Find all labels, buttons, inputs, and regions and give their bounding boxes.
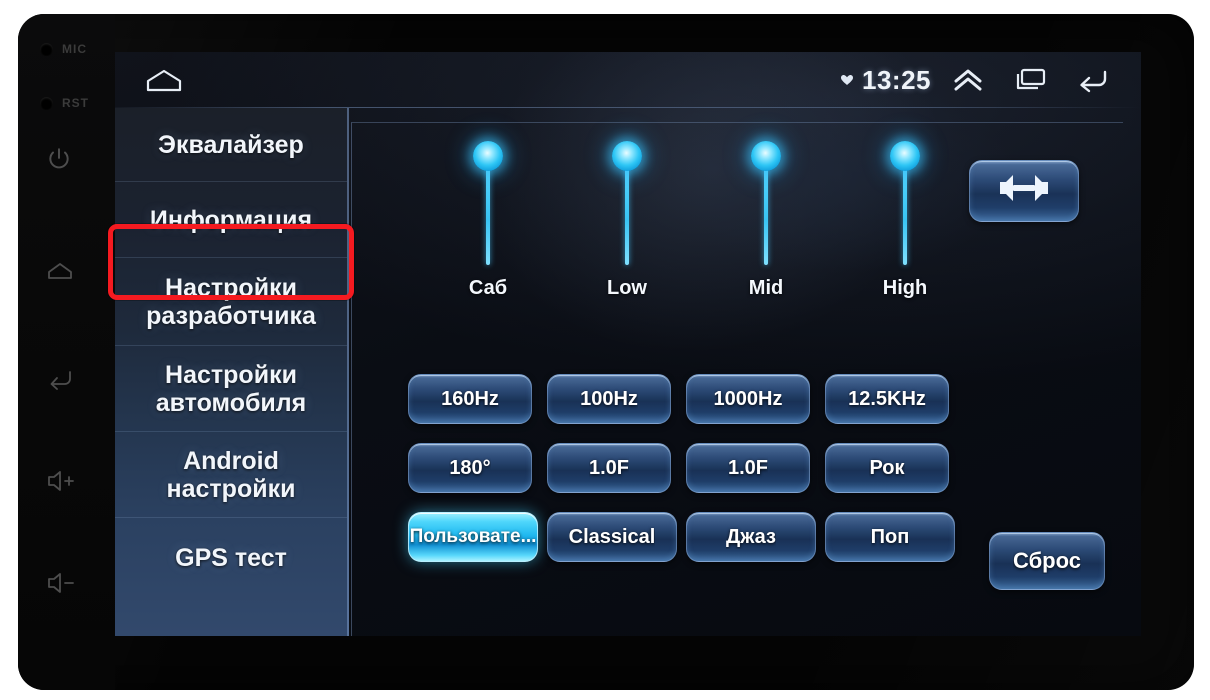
settings-sidebar: Эквалайзер Информация Настройки разработ… [115,108,349,636]
sidebar-item-car-settings[interactable]: Настройки автомобиля [115,346,347,432]
eq-button-label: 180° [449,456,491,479]
bluetooth-icon [834,73,860,87]
eq-button-crossover-low[interactable]: 100Hz [547,374,671,424]
slider-thumb[interactable] [612,141,642,171]
slider-high[interactable]: High [845,141,965,371]
slider-track[interactable] [903,165,907,265]
eq-preset-custom[interactable]: Пользовате... [408,512,538,562]
power-button[interactable] [18,142,115,176]
back-button-statusbar[interactable] [1061,52,1123,108]
back-arrow-icon [46,368,74,390]
slider-label: High [882,277,928,299]
reset-hole-dot[interactable] [40,96,53,110]
eq-button-label: Пользовате... [409,526,537,547]
eq-button-label: 12.5KHz [848,387,926,410]
slider-sub[interactable]: Саб [428,141,548,371]
power-icon [46,146,72,172]
reset-button-label: Сброс [1012,548,1081,573]
slider-track[interactable] [486,165,490,265]
sidebar-item-label-line2: настройки [166,474,296,503]
volume-down-icon [46,572,76,594]
balance-fader-button[interactable] [969,160,1079,222]
car-head-unit-device: MIC RST 13:25 Эквалайзер Информация Наст… [18,14,1194,690]
recent-apps-button[interactable] [999,52,1061,108]
sidebar-item-gps-test[interactable]: GPS тест [115,518,347,598]
statusbar-right-group: 13:25 [834,52,1123,108]
home-button[interactable] [18,254,115,288]
head-unit-screen: 13:25 Эквалайзер Информация Настройки ра… [97,52,1141,636]
eq-button-crossover-mid[interactable]: 1000Hz [686,374,810,424]
eq-button-q-mid[interactable]: 1.0F [686,443,810,493]
slider-low[interactable]: Low [567,141,687,371]
mic-label: MIC [62,42,87,56]
volume-down-button[interactable] [18,566,115,600]
sidebar-item-label-line2: автомобиля [155,388,307,417]
slider-thumb[interactable] [751,141,781,171]
screenshot-photo: MIC RST 13:25 Эквалайзер Информация Наст… [0,0,1210,700]
mic-hole-dot [40,42,53,56]
sidebar-item-android-settings[interactable]: Android настройки [115,432,347,518]
slider-label: Low [607,277,647,299]
eq-preset-classical[interactable]: Classical [547,512,677,562]
reset-button[interactable]: Сброс [989,532,1105,590]
sidebar-item-label-line2: разработчика [146,301,316,330]
statusbar-clock: 13:25 [862,64,931,95]
sidebar-item-equalizer[interactable]: Эквалайзер [115,108,347,182]
slider-label: Mid [748,277,784,299]
eq-button-label: Classical [568,525,656,548]
home-icon [46,259,74,283]
eq-button-label: 1.0F [588,456,630,479]
slider-thumb[interactable] [890,141,920,171]
eq-button-label: Джаз [726,525,776,548]
reset-hole[interactable]: RST [18,90,115,116]
eq-button-phase[interactable]: 180° [408,443,532,493]
slider-track[interactable] [764,165,768,265]
device-left-bezel: MIC RST [18,14,115,690]
volume-up-button[interactable] [18,464,115,498]
statusbar-home-icon[interactable] [144,66,184,99]
back-button[interactable] [18,362,115,396]
annotation-highlight-information [108,224,354,300]
mic-hole: MIC [18,36,115,62]
eq-preset-rock[interactable]: Рок [825,443,949,493]
slider-track[interactable] [625,165,629,265]
volume-up-icon [46,470,76,492]
slider-label: Саб [468,277,508,299]
eq-preset-jazz[interactable]: Джаз [686,512,816,562]
eq-button-label: 1000Hz [713,387,783,410]
balance-speakers-icon [996,172,1052,210]
slider-thumb[interactable] [473,141,503,171]
eq-button-label: 100Hz [580,387,638,410]
eq-button-label: Рок [869,456,905,479]
sidebar-item-label-line1: Android [183,446,279,475]
sidebar-item-label-line1: Настройки [165,360,297,389]
eq-button-crossover-sub[interactable]: 160Hz [408,374,532,424]
slider-mid[interactable]: Mid [706,141,826,371]
eq-button-crossover-high[interactable]: 12.5KHz [825,374,949,424]
equalizer-sliders: Саб Low Mid High [352,123,952,373]
expand-statusbar-button[interactable] [937,52,999,108]
eq-button-q-low[interactable]: 1.0F [547,443,671,493]
eq-button-label: 160Hz [441,387,499,410]
sidebar-item-label: Эквалайзер [158,130,304,159]
eq-button-label: 1.0F [727,456,769,479]
eq-preset-pop[interactable]: Поп [825,512,955,562]
reset-label: RST [62,96,89,110]
status-bar: 13:25 [97,52,1141,108]
sidebar-item-label: GPS тест [175,544,287,572]
eq-button-label: Поп [870,525,910,548]
